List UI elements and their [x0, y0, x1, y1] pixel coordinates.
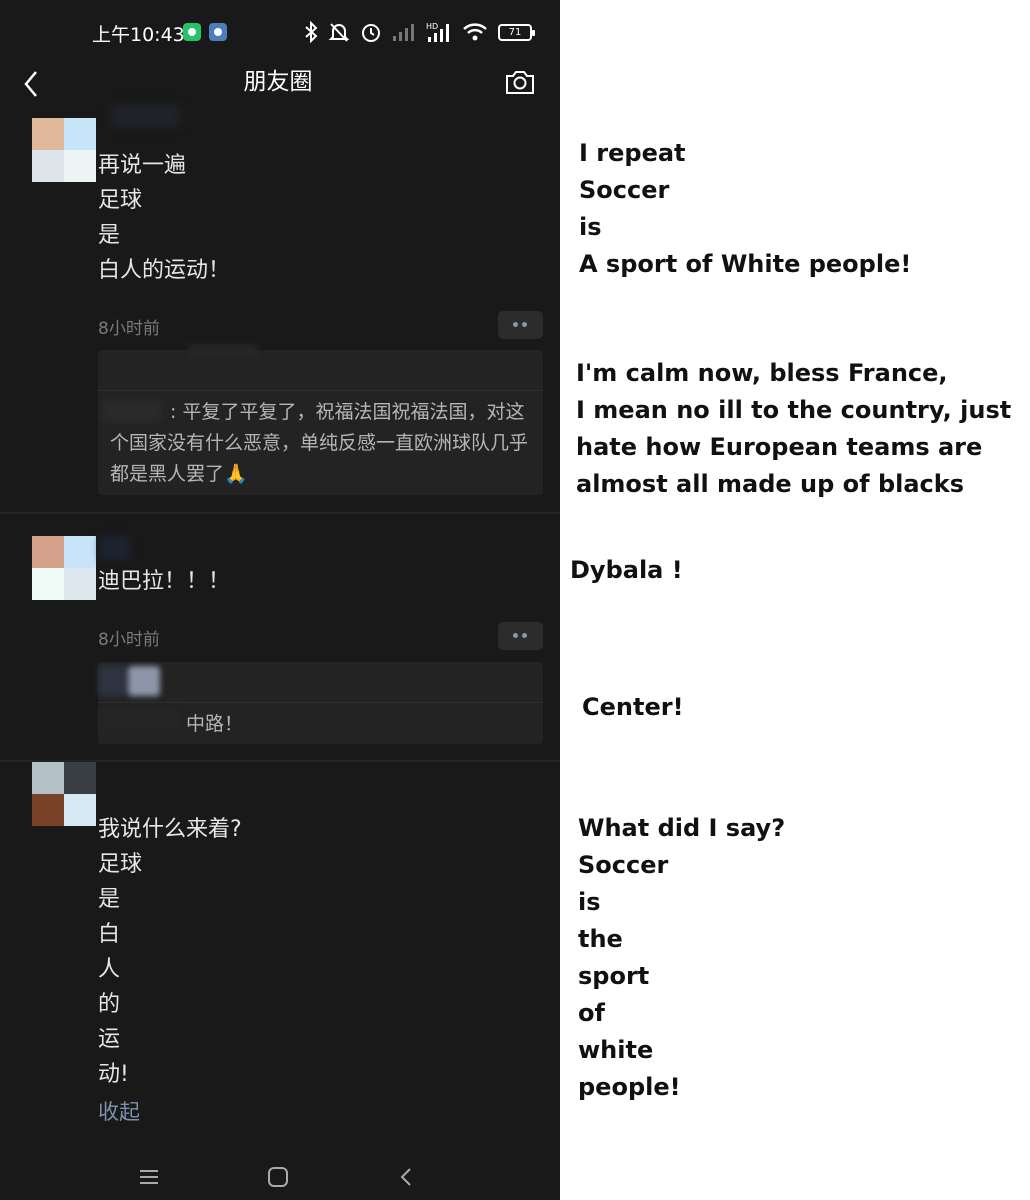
comment-text: : 平复了平复了，祝福法国祝福法国，对这个国家没有什么恶意，单纯反感一直欧洲球队…: [110, 397, 533, 490]
translation-block: Center!: [582, 689, 684, 726]
nav-bar: 朋友圈: [0, 62, 560, 114]
alarm-icon: [362, 24, 380, 42]
translation-block: Dybala !: [570, 552, 683, 589]
blurred-username: [110, 104, 180, 128]
comment-content: 中路！: [186, 713, 244, 735]
post-time: 8小时前: [98, 630, 160, 650]
menu-icon[interactable]: [134, 1162, 164, 1192]
system-nav-bar: [0, 1156, 560, 1200]
settings-app-icon: [209, 23, 227, 41]
translation-line: Soccer: [578, 851, 669, 879]
cell-signal-weak-icon: [393, 24, 414, 41]
status-icons: HD 71: [304, 20, 535, 44]
camera-icon[interactable]: [504, 66, 536, 98]
comment-box: : 平复了平复了，祝福法国祝福法国，对这个国家没有什么恶意，单纯反感一直欧洲球队…: [98, 344, 543, 495]
translation-line: Dybala !: [570, 556, 683, 584]
moment-post: 再说一遍 足球 是 白人的运动！ 8小时前 : 平复了平复了，祝福法国祝福法国，…: [0, 104, 560, 512]
translation-line: is: [578, 888, 601, 916]
post-line: 足球: [98, 852, 143, 877]
status-time: 上午10:43: [92, 24, 185, 46]
translation-line: Soccer: [579, 176, 670, 204]
mute-bell-icon: [328, 23, 350, 42]
translation-line: people!: [578, 1073, 681, 1101]
translation-block: I'm calm now, bless France, I mean no il…: [576, 355, 1011, 503]
translation-panel: I repeat Soccer is A sport of White peop…: [560, 0, 1030, 1200]
translation-line: A sport of White people!: [579, 250, 912, 278]
comment-content: : 平复了平复了，祝福法国祝福法国，对这个国家没有什么恶意，单纯反感一直欧洲球队…: [110, 401, 529, 485]
status-bar: 上午10:43 HD 71: [0, 0, 560, 62]
avatar[interactable]: [32, 536, 96, 600]
comment-box: 中路！: [98, 662, 543, 744]
translation-line: of: [578, 999, 605, 1027]
comment-text: 中路！: [186, 709, 533, 740]
shield-app-icon: [183, 23, 201, 41]
post-text: 我说什么来着? 足球 是 白 人 的 运 动!: [98, 812, 242, 1092]
translation-line: almost all made up of blacks: [576, 470, 965, 498]
blurred-like-avatar: [98, 666, 128, 696]
post-line: 我说什么来着?: [98, 817, 242, 842]
post-line: 再说一遍: [98, 153, 187, 178]
post-line: 白: [98, 922, 121, 947]
post-line: 是: [98, 887, 121, 912]
avatar[interactable]: [32, 118, 96, 182]
avatar[interactable]: [32, 762, 96, 826]
translation-line: white: [578, 1036, 654, 1064]
collapse-link[interactable]: 收起: [98, 1096, 140, 1126]
blurred-like-avatar: [128, 666, 160, 696]
translation-block: What did I say? Soccer is the sport of w…: [578, 810, 785, 1106]
post-line: 动!: [98, 1062, 129, 1087]
blurred-like-name: [188, 344, 258, 360]
bluetooth-icon: [305, 21, 318, 43]
post-line: 是: [98, 223, 121, 248]
hd-label: HD: [426, 22, 438, 31]
post-line: 的: [98, 992, 121, 1017]
moment-post: 我说什么来着? 足球 是 白 人 的 运 动! 收起: [0, 762, 560, 1162]
translation-line: I repeat: [579, 139, 686, 167]
back-icon[interactable]: [392, 1162, 422, 1192]
page-title: 朋友圈: [243, 69, 313, 95]
translation-line: Center!: [582, 693, 684, 721]
wifi-icon: [463, 23, 487, 41]
translation-line: I'm calm now, bless France,: [576, 359, 948, 387]
battery-level: 71: [508, 26, 522, 38]
translation-line: What did I say?: [578, 814, 786, 842]
blurred-username: [100, 536, 130, 560]
translation-line: sport: [578, 962, 650, 990]
phone-screenshot: 上午10:43 HD 71 朋友圈 再说一遍 足球 是 白人的运动！ 8小时前 …: [0, 0, 560, 1200]
translation-line: is: [579, 213, 602, 241]
post-line: 运: [98, 1027, 121, 1052]
home-icon[interactable]: [263, 1162, 293, 1192]
post-time: 8小时前: [98, 319, 160, 339]
post-text: 迪巴拉！！！: [98, 564, 230, 599]
translation-line: the: [578, 925, 623, 953]
translation-block: I repeat Soccer is A sport of White peop…: [579, 135, 911, 283]
post-line: 白人的运动！: [98, 258, 231, 283]
cell-signal-hd-icon: HD: [426, 22, 449, 42]
battery-icon: 71: [498, 23, 535, 41]
more-button[interactable]: [498, 311, 543, 339]
translation-line: I mean no ill to the country, just: [576, 396, 1012, 424]
post-text: 再说一遍 足球 是 白人的运动！: [98, 148, 230, 288]
more-button[interactable]: [498, 622, 543, 650]
post-line: 足球: [98, 188, 143, 213]
blurred-commenter: [98, 710, 178, 734]
translation-line: hate how European teams are: [576, 433, 983, 461]
moment-post: 迪巴拉！！！ 8小时前 中路！: [0, 514, 560, 760]
post-line: 迪巴拉！！！: [98, 569, 231, 594]
post-line: 人: [98, 957, 121, 982]
